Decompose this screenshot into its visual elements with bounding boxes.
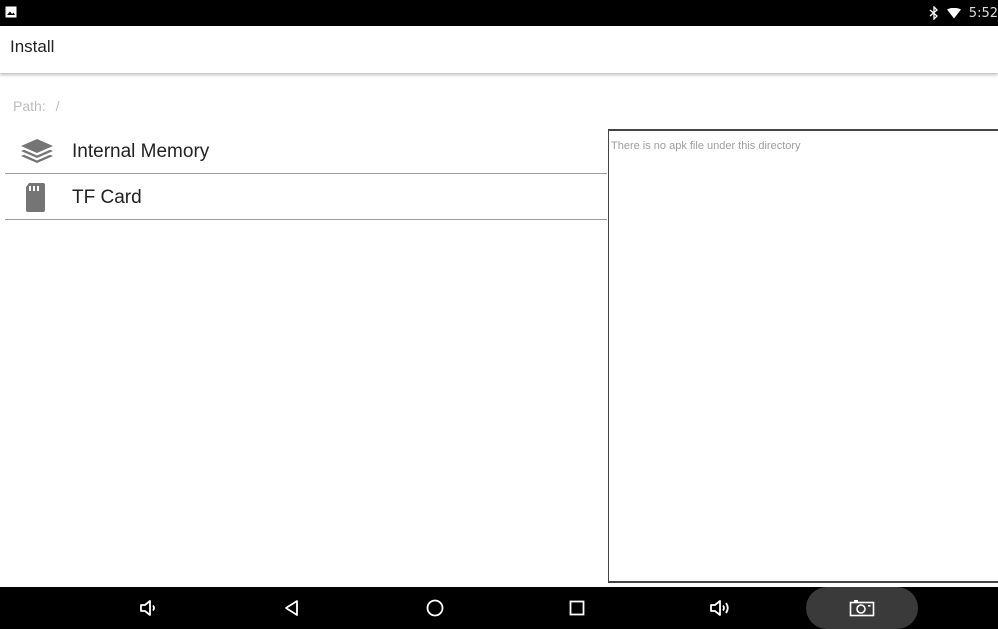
back-button[interactable] xyxy=(272,587,312,629)
volume-down-icon xyxy=(140,600,155,616)
storage-item-label: Internal Memory xyxy=(72,141,210,162)
image-icon xyxy=(5,6,17,18)
bluetooth-icon xyxy=(929,6,938,20)
page-title: Install xyxy=(10,37,55,56)
empty-message: There is no apk file under this director… xyxy=(611,140,801,152)
screenshot-icon-wrap xyxy=(806,587,918,629)
camera-icon xyxy=(849,600,875,617)
screenshot-button[interactable] xyxy=(806,587,918,629)
path-value[interactable]: / xyxy=(56,98,60,114)
storage-item-label: TF Card xyxy=(72,187,142,208)
sd-card-icon xyxy=(26,183,45,212)
status-bar: 5:52 xyxy=(0,0,998,26)
storage-list: Internal Memory TF Card xyxy=(5,128,607,220)
layers-icon xyxy=(21,139,53,163)
storage-item-tf-card[interactable]: TF Card xyxy=(5,174,607,220)
recents-button[interactable] xyxy=(557,587,597,629)
navigation-bar xyxy=(0,587,998,629)
volume-up-button[interactable] xyxy=(698,587,742,629)
wifi-icon xyxy=(946,7,961,18)
app-bar: Install xyxy=(0,26,998,73)
volume-down-button[interactable] xyxy=(128,587,168,629)
status-icons: 5:52 xyxy=(929,0,998,26)
storage-item-internal-memory[interactable]: Internal Memory xyxy=(5,128,607,174)
back-icon xyxy=(285,600,298,616)
breadcrumb: Path: / xyxy=(13,98,59,114)
home-button[interactable] xyxy=(415,587,455,629)
status-time: 5:52 xyxy=(968,5,998,21)
recents-icon xyxy=(569,600,585,616)
volume-up-icon xyxy=(710,600,729,616)
file-list-panel[interactable]: There is no apk file under this director… xyxy=(608,129,998,583)
path-label: Path: xyxy=(13,98,46,114)
home-icon xyxy=(426,599,444,617)
